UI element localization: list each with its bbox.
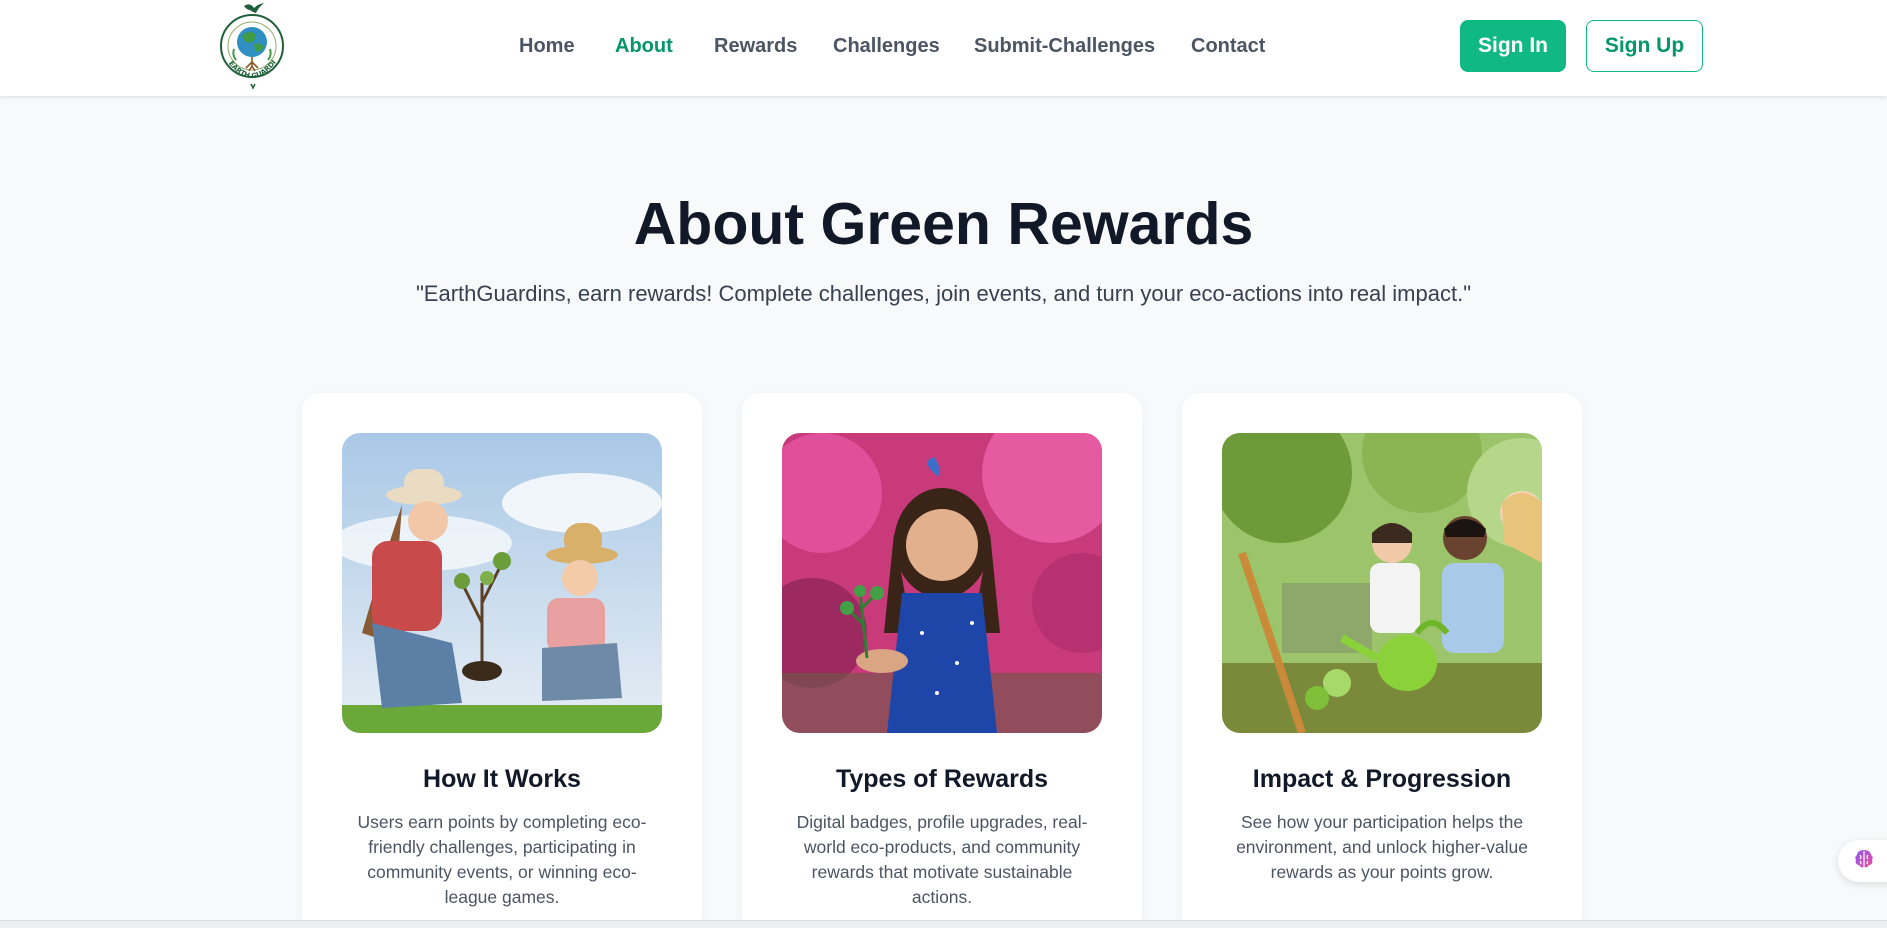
card-impact-progression: Impact & Progression See how your partic…: [1182, 393, 1582, 928]
nav-submit-challenges[interactable]: Submit-Challenges: [974, 35, 1155, 58]
card-types-of-rewards: Types of Rewards Digital badges, profile…: [742, 393, 1142, 928]
page-subtitle: "EarthGuardins, earn rewards! Complete c…: [415, 281, 1472, 306]
card-title: Impact & Progression: [1252, 765, 1512, 793]
card-description: Users earn points by completing eco-frie…: [357, 812, 647, 907]
mother-child-planting-photo: [342, 433, 662, 733]
card-title: How It Works: [423, 765, 581, 793]
card-how-it-works: How It Works Users earn points by comple…: [302, 393, 702, 928]
assistant-widget-button[interactable]: [1838, 840, 1887, 882]
card-title: Types of Rewards: [835, 765, 1049, 793]
card-description: See how your participation helps the env…: [1236, 812, 1528, 882]
kids-gardening-photo: [1222, 433, 1542, 733]
sign-up-button[interactable]: Sign Up: [1586, 20, 1703, 72]
nav-contact[interactable]: Contact: [1191, 35, 1265, 58]
brain-icon: [1852, 847, 1876, 876]
nav-home[interactable]: Home: [519, 35, 575, 58]
girl-holding-seedling-photo: [782, 433, 1102, 733]
card-description: Digital badges, profile upgrades, real-w…: [796, 812, 1088, 907]
sign-in-button[interactable]: Sign In: [1460, 20, 1566, 72]
nav-rewards[interactable]: Rewards: [714, 35, 797, 58]
window-bottom-edge: [0, 920, 1887, 928]
page-title: About Green Rewards: [633, 191, 1254, 257]
top-navbar: EARTH GUARDIANS Home About Rewards Chall…: [0, 0, 1887, 96]
nav-about[interactable]: About: [615, 35, 673, 58]
nav-challenges[interactable]: Challenges: [833, 35, 940, 58]
